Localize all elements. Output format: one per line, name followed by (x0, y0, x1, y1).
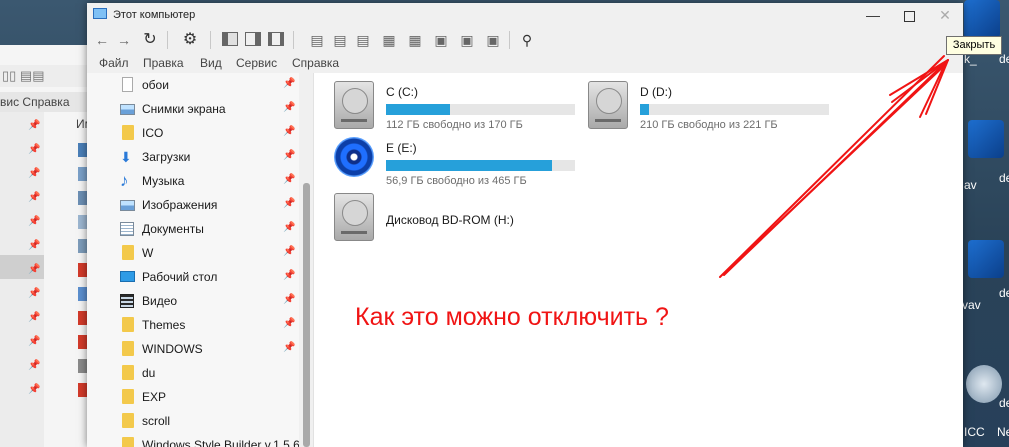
annotation-question: Как это можно отключить ? (355, 303, 669, 331)
red-arrow-annotation (719, 55, 949, 278)
